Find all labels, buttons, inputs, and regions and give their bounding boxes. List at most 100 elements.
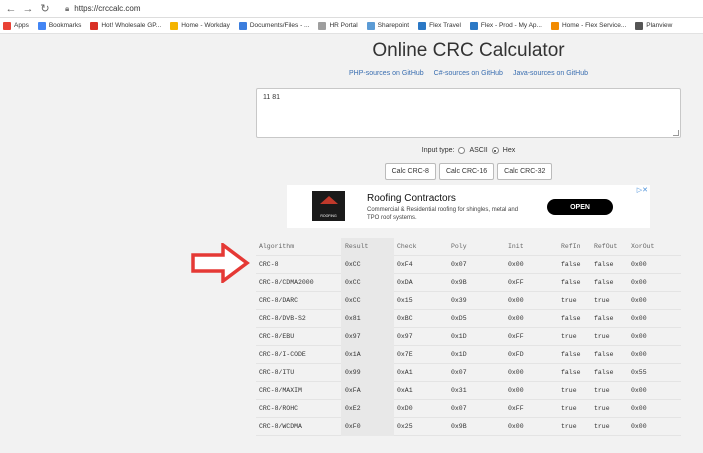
table-cell: 0xD5 bbox=[451, 315, 467, 322]
table-cell: 0xF0 bbox=[341, 418, 394, 436]
bookmark-item[interactable]: Hot! Wholesale GP... bbox=[90, 21, 161, 30]
crc-input-textarea[interactable]: 11 81 bbox=[256, 88, 681, 138]
bookmark-item[interactable]: Home - Flex Service... bbox=[550, 21, 627, 30]
bookmark-item[interactable]: HR Portal bbox=[318, 21, 358, 30]
roof-icon bbox=[320, 196, 338, 204]
bookmark-label: Flex - Prod - My Ap... bbox=[480, 22, 542, 29]
table-cell: true bbox=[594, 333, 610, 340]
table-cell: 0x07 bbox=[451, 405, 467, 412]
crc-results-table: Algorithm Result Check Poly Init RefIn RefOut X… bbox=[256, 238, 681, 436]
bookmark-item[interactable]: Planview bbox=[635, 21, 673, 30]
table-cell: 0x07 bbox=[451, 261, 467, 268]
reload-icon[interactable]: ↻ bbox=[39, 3, 51, 15]
table-cell: 0xE2 bbox=[341, 400, 394, 418]
table-cell: true bbox=[561, 423, 577, 430]
bookmark-item[interactable]: Documents/Files - ... bbox=[238, 21, 309, 30]
table-cell: 0x15 bbox=[397, 297, 413, 304]
column-header: Poly bbox=[451, 243, 467, 250]
table-cell: 0x00 bbox=[631, 423, 647, 430]
table-cell: 0xDA bbox=[397, 279, 413, 286]
table-cell: true bbox=[594, 297, 610, 304]
table-cell: CRC-8/MAXIM bbox=[259, 387, 302, 394]
table-cell: 0x97 bbox=[341, 328, 394, 346]
table-cell: 0x1A bbox=[341, 346, 394, 364]
ascii-radio[interactable] bbox=[458, 147, 466, 154]
bookmark-item[interactable]: Home - Workday bbox=[170, 21, 230, 30]
ad-description: Commercial & Residential roofing for shi… bbox=[367, 207, 519, 221]
input-value: 11 81 bbox=[263, 94, 280, 101]
bookmark-favicon-icon bbox=[170, 21, 179, 30]
forward-icon[interactable]: → bbox=[22, 3, 34, 15]
php-sources-link[interactable]: PHP-sources on GitHub bbox=[349, 70, 424, 77]
table-cell: 0xFF bbox=[508, 333, 524, 340]
table-cell: 0x39 bbox=[451, 297, 467, 304]
ad-logo: ROOFING bbox=[312, 191, 345, 221]
bookmark-label: Planview bbox=[646, 22, 673, 29]
address-bar[interactable]: 🔒︎ https://crccalc.com bbox=[65, 2, 141, 16]
table-cell: false bbox=[594, 351, 614, 358]
bookmark-favicon-icon bbox=[550, 21, 559, 30]
column-header: Algorithm bbox=[259, 243, 295, 250]
table-cell: false bbox=[561, 351, 581, 358]
bookmark-item[interactable]: Sharepoint bbox=[366, 21, 410, 30]
table-cell: 0x00 bbox=[508, 297, 524, 304]
table-cell: 0xD0 bbox=[397, 405, 413, 412]
table-row: CRC-8 0xCC 0xF4 0x07 0x00 false false 0x00 bbox=[256, 256, 681, 274]
table-cell: 0xCC bbox=[341, 274, 394, 292]
table-cell: 0x1D bbox=[451, 333, 467, 340]
table-row: CRC-8/ROHC 0xE2 0xD0 0x07 0xFF true true 0x00 bbox=[256, 400, 681, 418]
table-cell: CRC-8/I-CODE bbox=[259, 351, 306, 358]
bookmark-label: Home - Flex Service... bbox=[561, 22, 627, 29]
table-row: CRC-8/MAXIM 0xFA 0xA1 0x31 0x00 true true 0x00 bbox=[256, 382, 681, 400]
input-type-selector: Input type: ASCII Hex bbox=[256, 147, 681, 154]
table-cell: 0xA1 bbox=[397, 369, 413, 376]
ad-logo-text: ROOFING bbox=[320, 214, 337, 218]
bookmark-favicon-icon bbox=[366, 21, 375, 30]
bookmark-item[interactable]: Bookmarks bbox=[37, 21, 81, 30]
table-cell: false bbox=[594, 315, 614, 322]
table-cell: 0x31 bbox=[451, 387, 467, 394]
bookmark-favicon-icon bbox=[238, 21, 247, 30]
table-row: CRC-8/I-CODE 0x1A 0x7E 0x1D 0xFD false false 0x… bbox=[256, 346, 681, 364]
table-cell: 0x00 bbox=[631, 351, 647, 358]
ad-open-button[interactable]: OPEN bbox=[547, 199, 613, 215]
column-header: XorOut bbox=[631, 243, 655, 250]
calc-crc32-button[interactable]: Calc CRC-32 bbox=[497, 163, 553, 180]
table-cell: 0x00 bbox=[631, 279, 647, 286]
back-icon[interactable]: ← bbox=[5, 3, 17, 15]
table-cell: false bbox=[594, 279, 614, 286]
table-cell: false bbox=[561, 279, 581, 286]
bookmark-item[interactable]: Apps bbox=[3, 21, 29, 30]
table-cell: 0xFF bbox=[508, 279, 524, 286]
column-header: Init bbox=[508, 243, 524, 250]
calc-crc8-button[interactable]: Calc CRC-8 bbox=[384, 163, 436, 180]
ad-banner[interactable]: ROOFING Roofing Contractors Commercial &… bbox=[287, 185, 650, 228]
ad-close-icon[interactable]: ▷✕ bbox=[637, 186, 648, 194]
resize-handle-icon[interactable] bbox=[673, 130, 679, 136]
bookmark-item[interactable]: Flex Travel bbox=[418, 21, 461, 30]
bookmark-label: Sharepoint bbox=[377, 22, 410, 29]
table-cell: 0x1D bbox=[451, 351, 467, 358]
column-header: RefIn bbox=[561, 243, 581, 250]
bookmark-item[interactable]: Flex - Prod - My Ap... bbox=[469, 21, 542, 30]
table-cell: true bbox=[561, 297, 577, 304]
calc-crc16-button[interactable]: Calc CRC-16 bbox=[438, 163, 495, 180]
table-cell: 0x00 bbox=[508, 423, 524, 430]
bookmark-favicon-icon bbox=[318, 21, 327, 30]
table-cell: 0x00 bbox=[508, 369, 524, 376]
bookmark-label: Flex Travel bbox=[429, 22, 461, 29]
table-cell: true bbox=[594, 405, 610, 412]
table-cell: 0x7E bbox=[397, 351, 413, 358]
table-cell: 0xFF bbox=[508, 405, 524, 412]
ad-title[interactable]: Roofing Contractors bbox=[367, 193, 456, 204]
table-cell: 0x07 bbox=[451, 369, 467, 376]
table-cell: true bbox=[561, 333, 577, 340]
java-sources-link[interactable]: Java-sources on GitHub bbox=[513, 70, 588, 77]
bookmark-favicon-icon bbox=[635, 21, 644, 30]
table-cell: 0x00 bbox=[631, 405, 647, 412]
table-cell: CRC-8/ITU bbox=[259, 369, 295, 376]
csharp-sources-link[interactable]: C#-sources on GitHub bbox=[434, 70, 503, 77]
table-cell: true bbox=[561, 405, 577, 412]
table-cell: 0xCC bbox=[341, 292, 394, 310]
hex-radio[interactable] bbox=[491, 147, 499, 154]
